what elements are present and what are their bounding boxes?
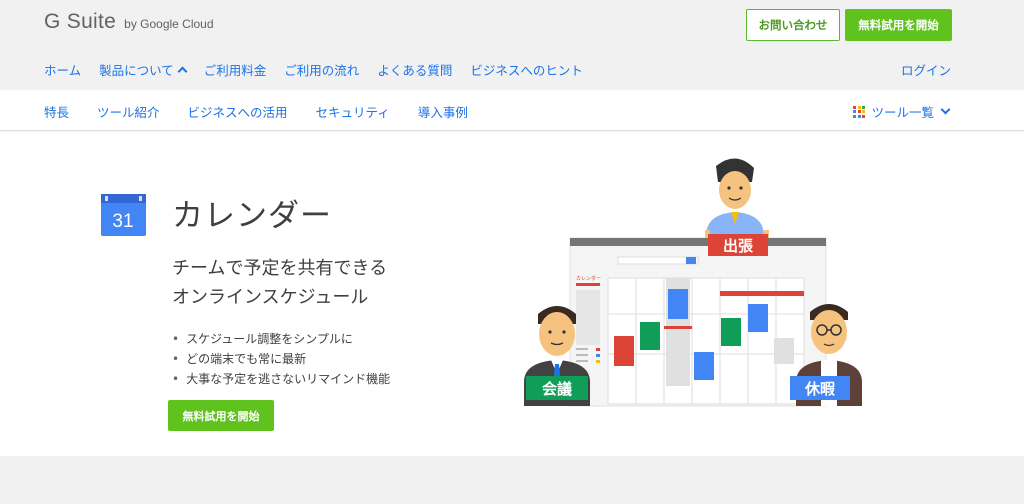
calendar-app-icon: 31 xyxy=(101,194,146,236)
logo-subtext: by Google Cloud xyxy=(124,17,214,31)
chevron-up-icon xyxy=(177,66,188,77)
tagline-line-2: オンラインスケジュール xyxy=(172,287,369,308)
event-block xyxy=(614,336,634,366)
chevron-down-icon xyxy=(940,104,951,115)
calendar-window-label: カレンダー xyxy=(576,275,601,282)
feature-list: スケジュール調整をシンプルに どの端末でも常に最新 大事な予定を逃さないリマイン… xyxy=(172,329,390,389)
nav-pricing[interactable]: ご利用料金 xyxy=(204,60,267,79)
free-trial-button[interactable]: 無料試用を開始 xyxy=(845,9,952,41)
nav-business-tips[interactable]: ビジネスへのヒント xyxy=(470,60,583,79)
nav-home[interactable]: ホーム xyxy=(44,60,81,79)
hero-free-trial-button[interactable]: 無料試用を開始 xyxy=(168,400,274,431)
login-link[interactable]: ログイン xyxy=(901,60,951,79)
nav-products[interactable]: 製品について xyxy=(99,60,188,79)
feature-item: 大事な予定を逃さないリマインド機能 xyxy=(172,369,390,389)
apps-grid-icon xyxy=(853,105,866,118)
sign-top-text: 出張 xyxy=(723,237,754,255)
nav-products-label: 製品について xyxy=(99,63,174,78)
page-title: カレンダー xyxy=(172,198,332,234)
gsuite-logo[interactable]: G Suite by Google Cloud xyxy=(44,10,214,34)
nav-faq[interactable]: よくある質問 xyxy=(377,60,452,79)
subnav-items: 特長 ツール紹介 ビジネスへの活用 セキュリティ 導入事例 xyxy=(44,102,496,121)
event-block xyxy=(668,289,688,319)
calendar-icon-date: 31 xyxy=(112,211,133,232)
calendar-illustration: カレンダー 出張 会議 休暇 xyxy=(524,158,862,407)
subnav-features[interactable]: 特長 xyxy=(44,102,69,121)
product-subnav: 特長 ツール紹介 ビジネスへの活用 セキュリティ 導入事例 ツール一覧 xyxy=(0,90,1024,131)
tagline-line-1: チームで予定を共有できる xyxy=(172,258,388,279)
sign-left-text: 会議 xyxy=(542,380,572,398)
contact-button[interactable]: お問い合わせ xyxy=(746,9,840,41)
logo-text: G Suite xyxy=(44,10,117,33)
hero-tagline: チームで予定を共有できる オンラインスケジュール xyxy=(172,254,387,312)
subnav-tools[interactable]: ツール紹介 xyxy=(97,102,160,121)
tools-label: ツール一覧 xyxy=(871,105,934,120)
subnav-security[interactable]: セキュリティ xyxy=(316,102,390,121)
main-nav: ホーム 製品について ご利用料金 ご利用の流れ よくある質問 ビジネスへのヒント xyxy=(44,60,601,79)
event-block xyxy=(640,322,660,350)
tools-dropdown[interactable]: ツール一覧 xyxy=(853,102,951,121)
sign-right-text: 休暇 xyxy=(804,380,835,398)
nav-flow[interactable]: ご利用の流れ xyxy=(284,60,359,79)
top-header: G Suite by Google Cloud お問い合わせ 無料試用を開始 ホ… xyxy=(0,0,1024,90)
feature-item: スケジュール調整をシンプルに xyxy=(172,329,390,349)
event-block xyxy=(721,318,741,346)
subnav-case-studies[interactable]: 導入事例 xyxy=(418,102,468,121)
event-block xyxy=(748,304,768,332)
feature-item: どの端末でも常に最新 xyxy=(172,349,390,369)
person-top-avatar xyxy=(705,158,769,238)
hero-section: 31 カレンダー チームで予定を共有できる オンラインスケジュール スケジュール… xyxy=(0,132,1024,456)
event-block xyxy=(694,352,714,380)
subnav-business-use[interactable]: ビジネスへの活用 xyxy=(188,102,288,121)
